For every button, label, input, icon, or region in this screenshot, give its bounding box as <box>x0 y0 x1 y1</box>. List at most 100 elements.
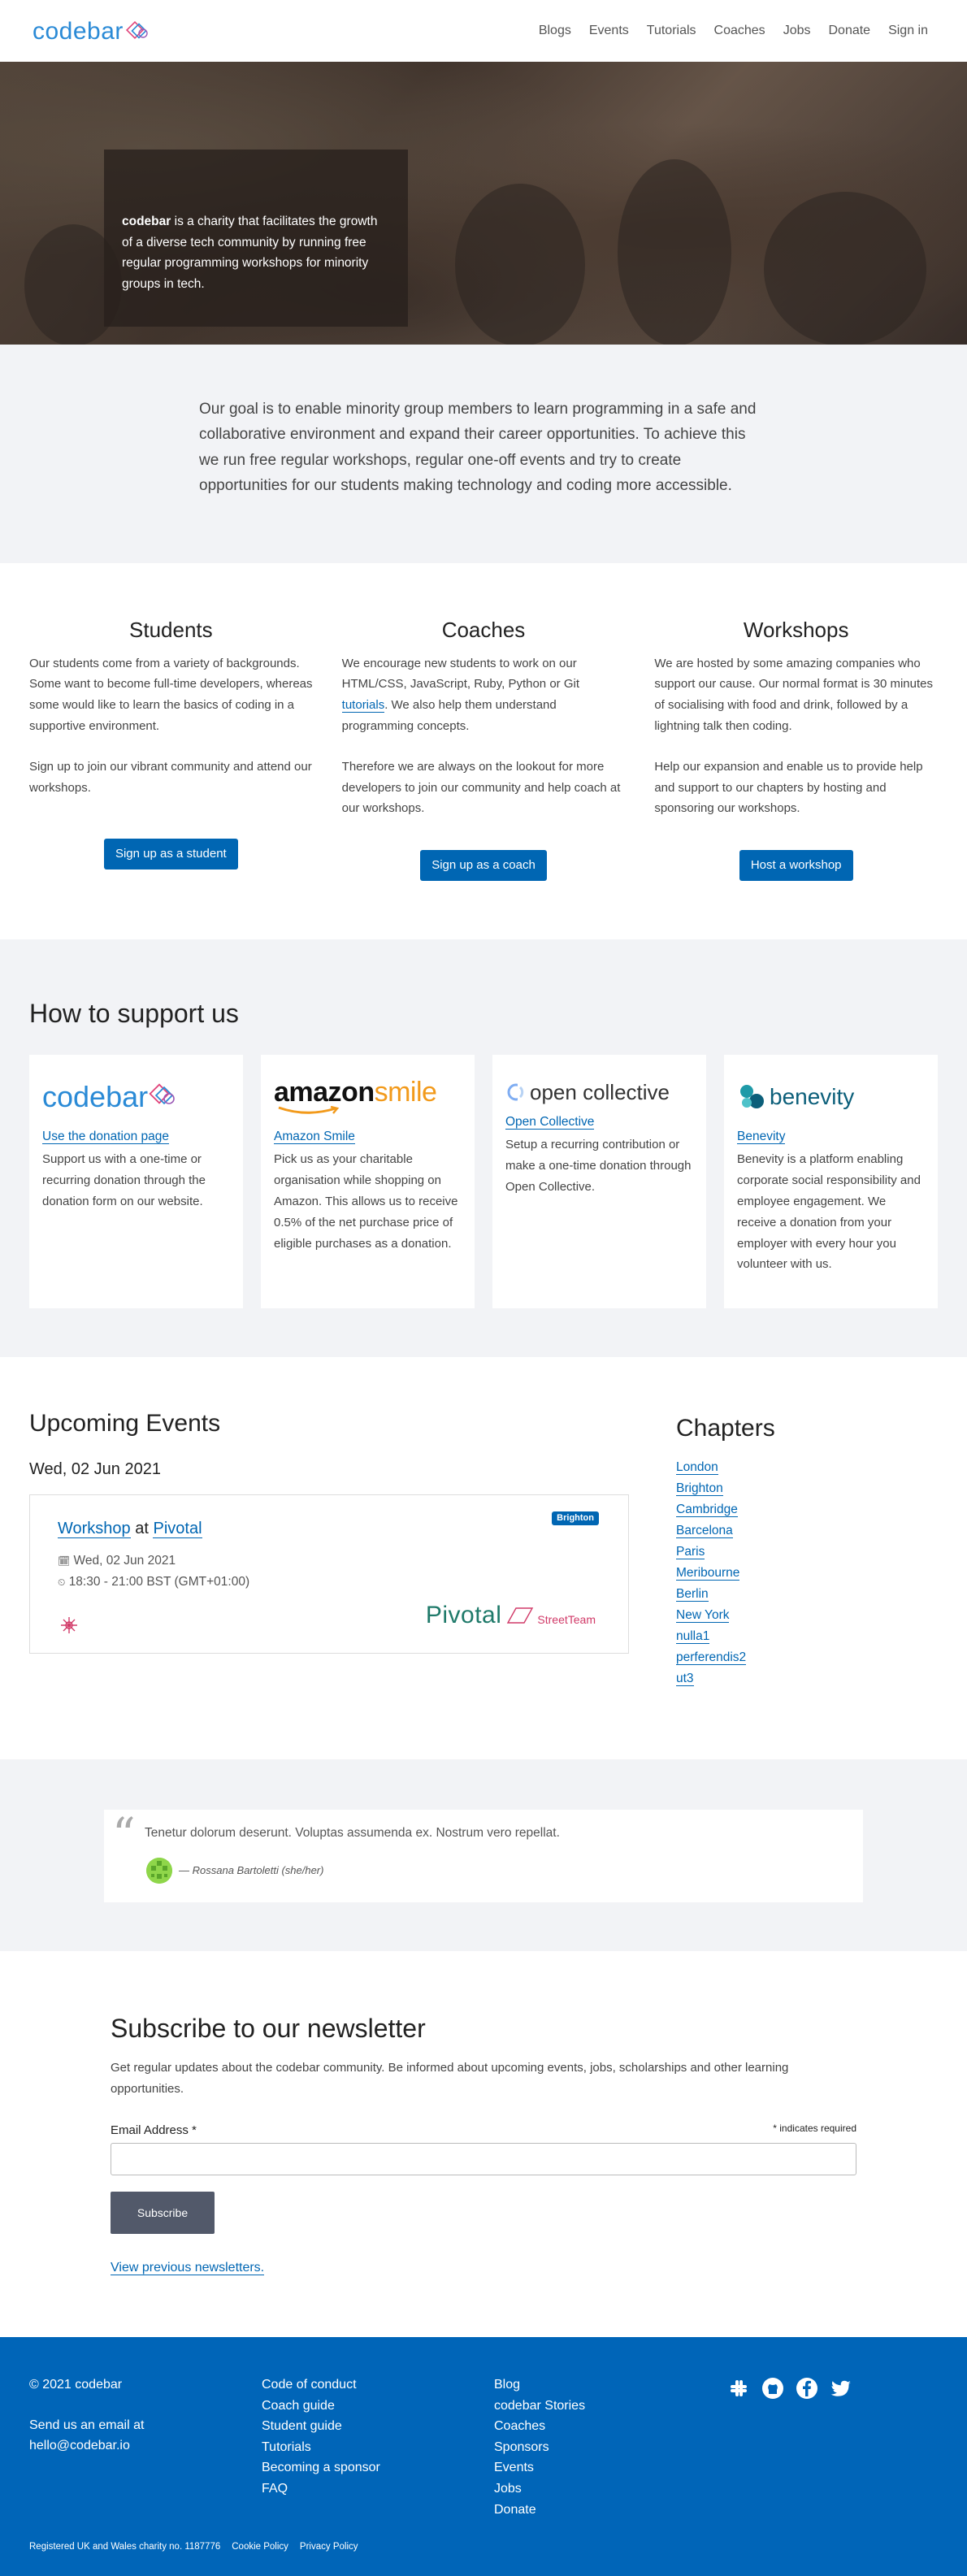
workshops-column: Workshops We are hosted by some amazing … <box>654 612 938 881</box>
chapter-badge: Brighton <box>552 1511 599 1526</box>
open-collective-logo-text: open collective <box>530 1079 670 1104</box>
footer-link-events[interactable]: Events <box>494 2457 726 2478</box>
upcoming-events-heading: Upcoming Events <box>29 1410 221 1438</box>
chapter-link-berlin[interactable]: Berlin <box>676 1587 709 1602</box>
hero-photo-figure <box>455 184 585 345</box>
email-field[interactable] <box>111 2142 856 2175</box>
subscribe-button[interactable]: Subscribe <box>111 2191 215 2234</box>
donation-text: Support us with a one-time or recurring … <box>42 1152 206 1208</box>
event-meta: 🗓 Wed, 02 Jun 2021 ⏲ 18:30 - 21:00 BST (… <box>58 1550 601 1594</box>
cookie-policy-link[interactable]: Cookie Policy <box>232 2539 288 2556</box>
tutorials-link[interactable]: tutorials <box>341 698 385 713</box>
footer-copyright: © 2021 codebar <box>29 2378 123 2392</box>
footer-link-blog[interactable]: Blog <box>494 2374 726 2396</box>
footer-email-prompt: Send us an email at <box>29 2418 145 2432</box>
support-section: How to support us codebar Use the donati… <box>0 939 967 1358</box>
footer-email: Send us an email at hello@codebar.io <box>29 2415 262 2457</box>
chapter-link-ut3[interactable]: ut3 <box>676 1672 694 1687</box>
chapter-link-meribourne[interactable]: Meribourne <box>676 1566 740 1581</box>
footer-link-coach-guide[interactable]: Coach guide <box>262 2396 494 2417</box>
chapter-link-london[interactable]: London <box>676 1460 718 1476</box>
nav-blogs[interactable]: Blogs <box>539 20 571 41</box>
nav-links: Blogs Events Tutorials Coaches Jobs Dona… <box>539 20 928 41</box>
event-date: Wed, 02 Jun 2021 <box>73 1554 176 1568</box>
event-time: 18:30 - 21:00 BST (GMT+01:00) <box>68 1575 250 1589</box>
nav-donate[interactable]: Donate <box>828 20 870 41</box>
chapters-heading: Chapters <box>676 1415 775 1442</box>
codebar-logo-text: codebar <box>42 1080 149 1114</box>
donation-page-link[interactable]: Use the donation page <box>42 1130 169 1145</box>
email-label-text: Email Address <box>111 2123 193 2138</box>
chapter-link-paris[interactable]: Paris <box>676 1545 705 1560</box>
nav-jobs[interactable]: Jobs <box>783 20 811 41</box>
sign-up-coach-button[interactable]: Sign up as a coach <box>420 850 547 881</box>
hero-banner: codebar is a charity that facilitates th… <box>0 62 967 345</box>
support-card-open-collective: open collective Open Collective Setup a … <box>492 1055 706 1309</box>
open-collective-icon <box>507 1083 527 1102</box>
event-at-text: at <box>135 1520 149 1538</box>
sign-up-student-button[interactable]: Sign up as a student <box>103 839 238 870</box>
event-type-link[interactable]: Workshop <box>58 1520 131 1539</box>
amazon-smile-logo: amazonsmile <box>274 1073 462 1121</box>
slack-icon[interactable] <box>726 2376 751 2400</box>
chapter-link-brighton[interactable]: Brighton <box>676 1481 723 1497</box>
footer-links-guides: Code of conduct Coach guide Student guid… <box>262 2374 494 2520</box>
twitter-icon[interactable] <box>829 2376 853 2400</box>
nav-events[interactable]: Events <box>589 20 629 41</box>
upcoming-events: Upcoming Events Wed, 02 Jun 2021 Brighto… <box>29 1403 629 1689</box>
footer-link-becoming-sponsor[interactable]: Becoming a sponsor <box>262 2457 494 2478</box>
facebook-icon[interactable] <box>795 2376 819 2400</box>
open-collective-link[interactable]: Open Collective <box>505 1115 595 1130</box>
github-icon[interactable] <box>761 2376 785 2400</box>
footer-email-address[interactable]: hello@codebar.io <box>29 2439 130 2452</box>
hero-photo-figure <box>764 192 926 345</box>
chapter-link-perferendis2[interactable]: perferendis2 <box>676 1650 747 1666</box>
nav-sign-in[interactable]: Sign in <box>888 20 928 41</box>
footer-link-coaches[interactable]: Coaches <box>494 2416 726 2437</box>
hero-photo-figure <box>618 159 731 345</box>
chapter-link-barcelona[interactable]: Barcelona <box>676 1524 733 1539</box>
footer-link-student-guide[interactable]: Student guide <box>262 2416 494 2437</box>
avatar <box>146 1857 172 1884</box>
footer-link-sponsors[interactable]: Sponsors <box>494 2437 726 2458</box>
event-host-link[interactable]: Pivotal <box>153 1520 202 1539</box>
footer-link-code-of-conduct[interactable]: Code of conduct <box>262 2374 494 2396</box>
footer-link-jobs[interactable]: Jobs <box>494 2478 726 2500</box>
benevity-link[interactable]: Benevity <box>737 1130 786 1145</box>
hero-text-box: codebar is a charity that facilitates th… <box>104 150 408 327</box>
chapters-sidebar: Chapters London Brighton Cambridge Barce… <box>676 1403 775 1689</box>
logo-text: codebar <box>33 17 124 45</box>
chapter-link-cambridge[interactable]: Cambridge <box>676 1503 738 1518</box>
testimonial-quote: Tenetur dolorum deserunt. Voluptas assum… <box>145 1826 560 1841</box>
codebar-donation-logo: codebar <box>42 1073 230 1121</box>
email-label: Email Address * <box>111 2120 197 2141</box>
sponsor-logo: Pivotal StreetTeam <box>426 1594 596 1636</box>
chapter-link-nulla1[interactable]: nulla1 <box>676 1629 710 1645</box>
privacy-policy-link[interactable]: Privacy Policy <box>300 2539 358 2556</box>
chapter-link-new-york[interactable]: New York <box>676 1608 730 1624</box>
calendar-icon: 🗓 <box>58 1555 71 1568</box>
event-card[interactable]: Brighton Workshop at Pivotal 🗓 Wed, 02 J… <box>29 1494 629 1654</box>
amazon-smile-link[interactable]: Amazon Smile <box>274 1130 355 1145</box>
nav-tutorials[interactable]: Tutorials <box>647 20 696 41</box>
nav-coaches[interactable]: Coaches <box>714 20 765 41</box>
streetteam-logo-icon <box>507 1607 534 1624</box>
footer-link-stories[interactable]: codebar Stories <box>494 2396 726 2417</box>
goal-text: Our goal is to enable minority group mem… <box>199 401 757 495</box>
footer-legal: Registered UK and Wales charity no. 1187… <box>29 2539 358 2556</box>
footer-link-donate[interactable]: Donate <box>494 2500 726 2521</box>
host-workshop-button[interactable]: Host a workshop <box>739 850 853 881</box>
testimonial-card: “ Tenetur dolorum deserunt. Voluptas ass… <box>104 1810 863 1903</box>
codebar-logo[interactable]: codebar <box>33 11 153 52</box>
previous-newsletters-link[interactable]: View previous newsletters. <box>111 2260 265 2275</box>
footer-link-tutorials[interactable]: Tutorials <box>262 2437 494 2458</box>
newsletter-description: Get regular updates about the codebar co… <box>111 2060 789 2096</box>
social-links <box>726 2376 853 2520</box>
open-collective-text: Setup a recurring contribution or make a… <box>505 1138 692 1194</box>
site-footer: © 2021 codebar Send us an email at hello@… <box>0 2337 967 2576</box>
footer-link-faq[interactable]: FAQ <box>262 2478 494 2500</box>
footer-links-site: Blog codebar Stories Coaches Sponsors Ev… <box>494 2374 726 2520</box>
amazon-logo-text: amazon <box>274 1077 375 1108</box>
benevity-logo: benevity <box>737 1073 925 1121</box>
coaches-text-2: Therefore we are always on the lookout f… <box>341 759 621 816</box>
